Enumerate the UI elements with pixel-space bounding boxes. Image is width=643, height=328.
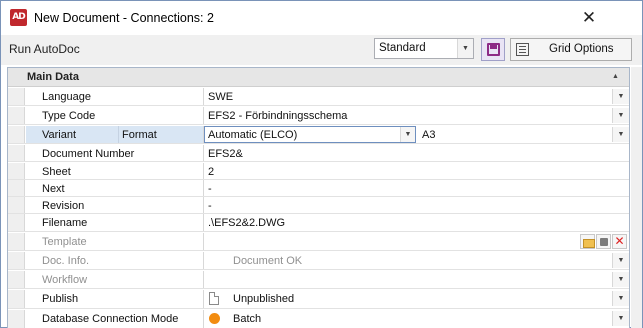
revision-value[interactable]: - [208, 200, 212, 212]
language-value[interactable]: SWE [208, 91, 233, 103]
row-label: Type Code [42, 110, 96, 122]
style-select-value: Standard [379, 42, 426, 54]
window-title: New Document - Connections: 2 [34, 11, 214, 25]
chevron-down-icon[interactable]: ▼ [612, 127, 629, 142]
next-value[interactable]: - [208, 183, 212, 195]
row-workflow[interactable]: Workflow ▼ [8, 271, 629, 289]
row-label: Doc. Info. [42, 255, 90, 267]
chevron-down-icon[interactable]: ▼ [612, 253, 629, 268]
row-label: Publish [42, 293, 79, 305]
variant-select[interactable]: Automatic (ELCO) ▼ [204, 126, 416, 143]
type-code-value[interactable]: EFS2 - Förbindningsschema [208, 110, 347, 122]
delete-icon[interactable]: ✕ [612, 234, 627, 249]
row-revision[interactable]: Revision - [8, 197, 629, 214]
row-db-connection-mode[interactable]: Database Connection Mode Batch ▼ [8, 310, 629, 328]
section-header-main-data[interactable]: Main Data ▲ [8, 68, 629, 87]
row-label: Next [42, 183, 65, 195]
document-icon [209, 292, 219, 305]
row-publish[interactable]: Publish Unpublished ▼ [8, 290, 629, 309]
row-label: Language [42, 91, 91, 103]
close-button[interactable]: ✕ [575, 5, 603, 31]
chevron-down-icon[interactable]: ▼ [612, 272, 629, 287]
sheet-value[interactable]: 2 [208, 166, 214, 178]
row-document-number[interactable]: Document Number EFS2& [8, 145, 629, 162]
toolbar: Run AutoDoc Standard ▼ Grid Options [1, 35, 642, 65]
run-autodoc-button[interactable]: Run AutoDoc [9, 42, 80, 56]
filename-value[interactable]: .\EFS2&2.DWG [208, 217, 285, 229]
title-bar: AD New Document - Connections: 2 ✕ [1, 1, 642, 35]
save-button[interactable] [481, 38, 505, 61]
chevron-down-icon[interactable]: ▼ [612, 311, 629, 326]
section-title: Main Data [27, 71, 79, 83]
row-language[interactable]: Language SWE ▼ [8, 88, 629, 106]
save-icon [487, 43, 500, 56]
folder-icon[interactable] [580, 234, 595, 249]
style-select[interactable]: Standard ▼ [374, 38, 474, 59]
document-window: AD New Document - Connections: 2 ✕ Run A… [0, 0, 643, 328]
grid-options-icon [516, 43, 529, 56]
variant-select-value: Automatic (ELCO) [208, 129, 298, 141]
row-template[interactable]: Template ✕ [8, 233, 629, 251]
chevron-down-icon[interactable]: ▼ [612, 108, 629, 123]
row-variant[interactable]: Variant Format Automatic (ELCO) ▼ A3 ▼ [8, 126, 629, 144]
collapse-icon[interactable]: ▲ [612, 73, 619, 80]
row-label: Variant [42, 129, 77, 141]
row-doc-info[interactable]: Doc. Info. Document OK ▼ [8, 252, 629, 270]
row-sheet[interactable]: Sheet 2 [8, 163, 629, 180]
doc-info-value: Document OK [233, 255, 303, 267]
scrollbar-track[interactable] [631, 67, 642, 328]
row-label: Database Connection Mode [42, 313, 179, 325]
grid-options-label: Grid Options [549, 43, 614, 55]
row-filename[interactable]: Filename .\EFS2&2.DWG [8, 214, 629, 232]
close-icon: ✕ [581, 8, 597, 28]
format-value[interactable]: A3 [422, 129, 435, 141]
format-label: Format [122, 129, 157, 141]
row-label: Filename [42, 217, 88, 229]
db-connection-mode-value[interactable]: Batch [233, 313, 261, 325]
chevron-down-icon[interactable]: ▼ [612, 291, 629, 306]
document-number-value[interactable]: EFS2& [208, 148, 243, 160]
property-grid: Main Data ▲ Language SWE ▼ Type Code EFS… [7, 67, 630, 328]
row-label: Document Number [42, 148, 135, 160]
row-label: Workflow [42, 274, 88, 286]
row-label: Sheet [42, 166, 71, 178]
row-label: Template [42, 236, 87, 248]
chevron-down-icon: ▼ [400, 127, 415, 142]
row-type-code[interactable]: Type Code EFS2 - Förbindningsschema ▼ [8, 107, 629, 125]
publish-value[interactable]: Unpublished [233, 293, 294, 305]
chevron-down-icon[interactable]: ▼ [612, 89, 629, 104]
chevron-down-icon: ▼ [457, 39, 473, 58]
row-label: Revision [42, 200, 85, 212]
row-next[interactable]: Next - [8, 180, 629, 197]
app-icon: AD [10, 9, 27, 26]
batch-icon [209, 313, 220, 324]
clear-icon[interactable] [596, 234, 611, 249]
grid-options-button[interactable]: Grid Options [510, 38, 632, 61]
